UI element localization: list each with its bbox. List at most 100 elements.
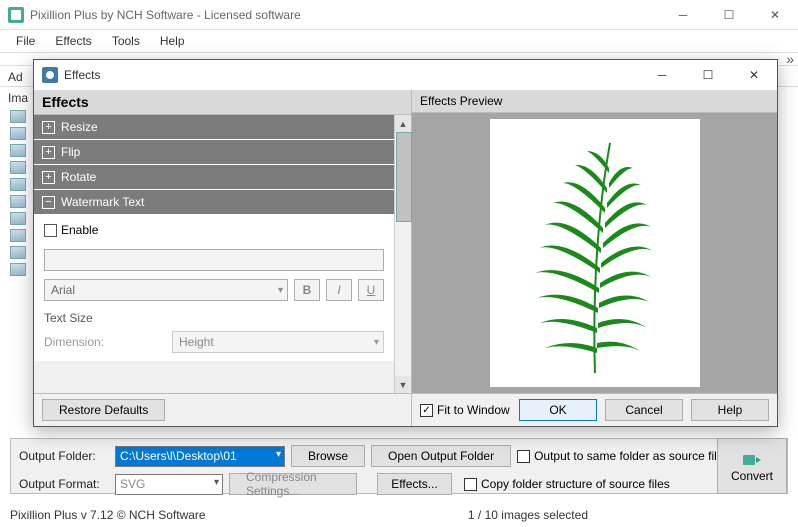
scroll-up-icon[interactable]: ▲ — [395, 115, 411, 132]
chevron-down-icon: ▾ — [374, 337, 379, 348]
fern-image — [515, 133, 675, 373]
convert-label: Convert — [731, 469, 773, 483]
effect-label: Flip — [61, 145, 80, 159]
thumbnail[interactable] — [10, 195, 26, 208]
effect-watermark-text[interactable]: − Watermark Text — [34, 190, 394, 215]
underline-button[interactable]: U — [358, 279, 384, 301]
scroll-down-icon[interactable]: ▼ — [395, 376, 411, 393]
cancel-button[interactable]: Cancel — [605, 399, 683, 421]
preview-panel: Effects Preview — [412, 90, 777, 426]
chevron-down-icon: ▾ — [276, 449, 281, 460]
dimension-value: Height — [179, 335, 214, 349]
help-button[interactable]: Help — [691, 399, 769, 421]
dialog-close-button[interactable]: ✕ — [731, 60, 777, 90]
checkbox-icon — [517, 450, 530, 463]
output-format-combo[interactable]: SVG ▾ — [115, 474, 223, 495]
effects-button[interactable]: Effects... — [377, 473, 452, 495]
selection-text: 1 / 10 images selected — [468, 508, 588, 522]
preview-area — [412, 113, 777, 393]
scroll-thumb[interactable] — [396, 132, 412, 222]
menubar: File Effects Tools Help — [0, 30, 798, 52]
menu-file[interactable]: File — [6, 32, 45, 50]
chevron-down-icon: ▾ — [278, 285, 283, 296]
dimension-label: Dimension: — [44, 335, 164, 349]
output-folder-label: Output Folder: — [19, 449, 109, 463]
same-folder-checkbox[interactable]: Output to same folder as source files — [517, 449, 729, 463]
maximize-button[interactable]: ☐ — [706, 0, 752, 30]
close-button[interactable]: ✕ — [752, 0, 798, 30]
thumbnail[interactable] — [10, 229, 26, 242]
effect-resize[interactable]: + Resize — [34, 115, 394, 140]
browse-button[interactable]: Browse — [291, 445, 365, 467]
fit-label: Fit to Window — [437, 403, 510, 417]
thumbnail[interactable] — [10, 110, 26, 123]
output-folder-value: C:\Users\l\Desktop\01 — [120, 449, 237, 463]
plus-icon: + — [42, 171, 55, 184]
font-value: Arial — [51, 283, 75, 297]
italic-button[interactable]: I — [326, 279, 352, 301]
text-size-label: Text Size — [44, 311, 384, 325]
plus-icon: + — [42, 146, 55, 159]
scrollbar[interactable]: ▲ ▼ — [394, 115, 411, 393]
compression-button[interactable]: Compression Settings... — [229, 473, 357, 495]
dimension-combo[interactable]: Height ▾ — [172, 331, 384, 353]
menu-help[interactable]: Help — [150, 32, 195, 50]
toolbar-overflow-icon[interactable]: » — [786, 51, 794, 67]
minus-icon: − — [42, 196, 55, 209]
minimize-button[interactable]: ─ — [660, 0, 706, 30]
effect-label: Rotate — [61, 170, 96, 184]
bold-button[interactable]: B — [294, 279, 320, 301]
effects-list-panel: Effects + Resize + Flip + Rotate — [34, 90, 412, 426]
copy-structure-checkbox[interactable]: Copy folder structure of source files — [464, 477, 670, 491]
thumbnail[interactable] — [10, 212, 26, 225]
app-icon — [8, 7, 24, 23]
dialog-minimize-button[interactable]: ─ — [639, 60, 685, 90]
open-output-button[interactable]: Open Output Folder — [371, 445, 511, 467]
thumbnail[interactable] — [10, 263, 26, 276]
output-panel: Output Folder: C:\Users\l\Desktop\01 ▾ B… — [10, 438, 788, 494]
ok-button[interactable]: OK — [519, 399, 597, 421]
thumbnail[interactable] — [10, 161, 26, 174]
restore-defaults-button[interactable]: Restore Defaults — [42, 399, 165, 421]
output-format-value: SVG — [120, 477, 145, 491]
convert-button[interactable]: Convert — [717, 438, 787, 494]
output-folder-combo[interactable]: C:\Users\l\Desktop\01 ▾ — [115, 446, 285, 467]
enable-label: Enable — [61, 223, 98, 237]
preview-canvas — [490, 119, 700, 387]
effect-rotate[interactable]: + Rotate — [34, 165, 394, 190]
main-titlebar: Pixillion Plus by NCH Software - License… — [0, 0, 798, 30]
plus-icon: + — [42, 121, 55, 134]
checkbox-icon — [464, 478, 477, 491]
effects-header: Effects — [34, 90, 411, 115]
statusbar: Pixillion Plus v 7.12 © NCH Software 1 /… — [0, 503, 798, 527]
watermark-text-input[interactable] — [44, 249, 384, 271]
enable-checkbox[interactable]: Enable — [44, 223, 384, 237]
dialog-maximize-button[interactable]: ☐ — [685, 60, 731, 90]
effects-icon — [42, 67, 58, 83]
copy-structure-label: Copy folder structure of source files — [481, 477, 670, 491]
dialog-title: Effects — [64, 68, 639, 82]
effect-flip[interactable]: + Flip — [34, 140, 394, 165]
checkbox-icon — [44, 224, 57, 237]
effect-label: Resize — [61, 120, 98, 134]
font-combo[interactable]: Arial ▾ — [44, 279, 288, 301]
effects-dialog: Effects ─ ☐ ✕ Effects + Resize + Flip + — [33, 59, 778, 427]
fit-to-window-checkbox[interactable]: ✓ Fit to Window — [420, 403, 510, 417]
output-format-label: Output Format: — [19, 477, 109, 491]
thumbnail[interactable] — [10, 246, 26, 259]
version-text: Pixillion Plus v 7.12 © NCH Software — [10, 508, 206, 522]
menu-tools[interactable]: Tools — [102, 32, 150, 50]
window-title: Pixillion Plus by NCH Software - License… — [30, 8, 660, 22]
convert-icon — [742, 449, 762, 467]
thumbnail[interactable] — [10, 144, 26, 157]
effect-label: Watermark Text — [61, 195, 144, 209]
chevron-down-icon: ▾ — [214, 477, 219, 488]
menu-effects[interactable]: Effects — [45, 32, 101, 50]
preview-header: Effects Preview — [412, 90, 777, 113]
dialog-titlebar: Effects ─ ☐ ✕ — [34, 60, 777, 90]
scroll-track[interactable] — [395, 132, 411, 376]
thumbnail[interactable] — [10, 178, 26, 191]
watermark-panel: Enable Arial ▾ B I U Text Size — [34, 215, 394, 361]
same-folder-label: Output to same folder as source files — [534, 449, 729, 463]
thumbnail[interactable] — [10, 127, 26, 140]
